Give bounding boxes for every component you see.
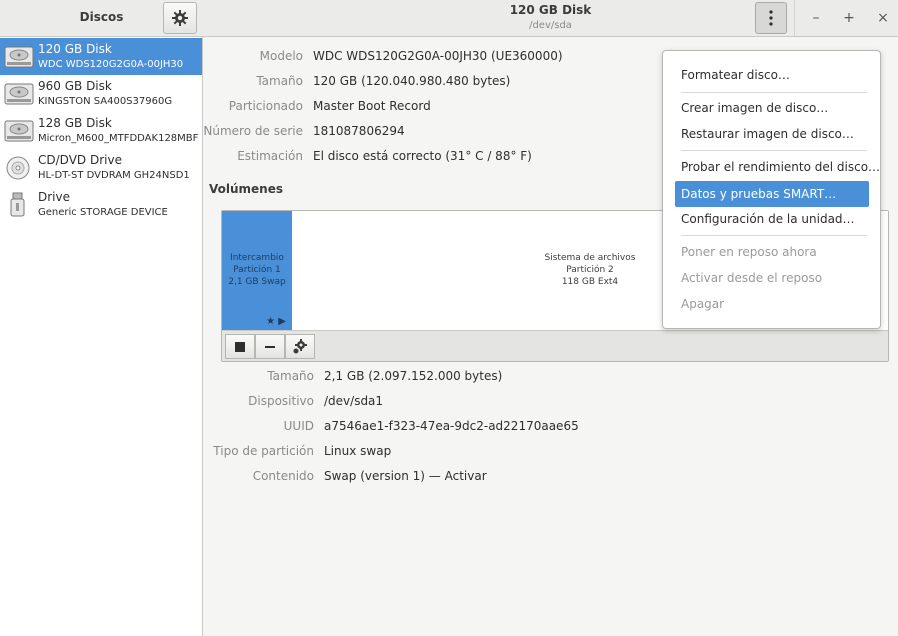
menu-item-create-image[interactable]: Crear imagen de disco… (675, 95, 869, 121)
partition-value-type: Linux swap (324, 444, 392, 458)
disk-name: 120 GB Disk (38, 42, 112, 56)
partition-swap-label: Intercambio Partición 1 2,1 GB Swap (222, 252, 292, 288)
disk-model: Micron_M600_MTFDDAK128MBF (38, 133, 199, 144)
header-separator (794, 0, 795, 36)
info-label-assessment: Estimación (237, 149, 303, 163)
disk-item-cd-dvd[interactable]: CD/DVD Drive HL-DT-ST DVDRAM GH24NSD1 (0, 149, 202, 186)
partition-label-device: Dispositivo (248, 394, 314, 408)
menu-item-benchmark[interactable]: Probar el rendimiento del disco… (675, 154, 880, 180)
volumes-heading: Volúmenes (209, 182, 283, 196)
disk-menu-button[interactable] (755, 2, 787, 34)
disk-name: CD/DVD Drive (38, 153, 122, 167)
disk-model: WDC WDS120G2G0A-00JH30 (38, 59, 184, 70)
disk-name: 128 GB Disk (38, 116, 112, 130)
menu-item-power-off[interactable]: Apagar (675, 291, 869, 317)
info-label-model: Modelo (259, 49, 303, 63)
info-value-size: 120 GB (120.040.980.480 bytes) (313, 74, 511, 88)
menu-item-wake-up[interactable]: Activar desde el reposo (675, 265, 869, 291)
info-value-serial: 181087806294 (313, 124, 405, 138)
partition-value-device: /dev/sda1 (324, 394, 384, 408)
menu-separator (681, 150, 867, 151)
info-label-partitioning: Particionado (228, 99, 303, 113)
menu-item-standby-now[interactable]: Poner en reposo ahora (675, 239, 869, 265)
partition-type: Intercambio (230, 253, 284, 263)
main-header: 120 GB Disk /dev/sda – + × (203, 0, 898, 37)
disk-item-120gb[interactable]: 120 GB Disk WDC WDS120G2G0A-00JH30 (0, 38, 202, 75)
minus-icon (265, 346, 275, 348)
menu-item-smart[interactable]: Datos y pruebas SMART… (675, 181, 869, 207)
menu-item-restore-image[interactable]: Restaurar imagen de disco… (675, 121, 869, 147)
info-label-size: Tamaño (256, 74, 303, 88)
info-value-model: WDC WDS120G2G0A-00JH30 (UE360000) (313, 49, 563, 63)
partition-size: 2,1 GB Swap (228, 277, 286, 287)
usb-drive-icon (10, 192, 25, 217)
menu-separator (681, 235, 867, 236)
partition-options-button[interactable] (285, 334, 315, 359)
menu-separator (681, 92, 867, 93)
disk-item-128gb[interactable]: 128 GB Disk Micron_M600_MTFDDAK128MBF (0, 112, 202, 149)
volume-toolbar (222, 330, 888, 361)
partition-flags: ★ ▶ (266, 316, 286, 327)
sidebar-header: Discos (0, 0, 203, 37)
minimize-button[interactable]: – (806, 8, 826, 28)
disk-item-960gb[interactable]: 960 GB Disk KINGSTON SA400S37960G (0, 75, 202, 112)
disk-model: HL-DT-ST DVDRAM GH24NSD1 (38, 170, 190, 181)
disk-name: Drive (38, 190, 70, 204)
stop-button[interactable] (225, 334, 255, 359)
maximize-button[interactable]: + (839, 8, 859, 28)
hdd-icon (4, 120, 34, 142)
vertical-ellipsis-icon (769, 10, 773, 26)
info-value-assessment: El disco está correcto (31° C / 88° F) (313, 149, 532, 163)
partition-number: Partición 1 (233, 265, 281, 275)
hdd-icon (4, 83, 34, 105)
sidebar: Discos 120 GB Disk WDC WDS120G2G0A-00JH3… (0, 0, 203, 636)
partition-value-uuid: a7546ae1-f323-47ea-9dc2-ad22170aae65 (324, 419, 579, 433)
menu-item-drive-settings[interactable]: Configuración de la unidad… (675, 206, 869, 232)
disk-name: 960 GB Disk (38, 79, 112, 93)
partition-label-size: Tamaño (267, 369, 314, 383)
close-button[interactable]: × (873, 8, 893, 28)
menu-item-format-disk[interactable]: Formatear disco… (675, 62, 869, 88)
disk-model: Generic STORAGE DEVICE (38, 207, 168, 218)
gear-icon (172, 10, 188, 26)
stop-icon (235, 342, 245, 352)
optical-disc-icon (6, 156, 30, 180)
disk-item-drive[interactable]: Drive Generic STORAGE DEVICE (0, 186, 202, 223)
settings-button[interactable] (163, 2, 197, 34)
info-value-partitioning: Master Boot Record (313, 99, 431, 113)
gears-icon (293, 339, 307, 354)
partition-value-size: 2,1 GB (2.097.152.000 bytes) (324, 369, 503, 383)
disk-model: KINGSTON SA400S37960G (38, 96, 173, 107)
delete-partition-button[interactable] (255, 334, 285, 359)
partition-label-contents: Contenido (252, 469, 314, 483)
info-label-serial: Número de serie (203, 124, 303, 138)
disk-menu-popover: Formatear disco… Crear imagen de disco… … (662, 50, 881, 329)
partition-swap[interactable]: Intercambio Partición 1 2,1 GB Swap ★ ▶ (222, 211, 292, 330)
partition-value-contents: Swap (version 1) — Activar (324, 469, 487, 483)
partition-label-uuid: UUID (283, 419, 314, 433)
partition-label-type: Tipo de partición (213, 444, 314, 458)
hdd-icon (4, 46, 34, 68)
